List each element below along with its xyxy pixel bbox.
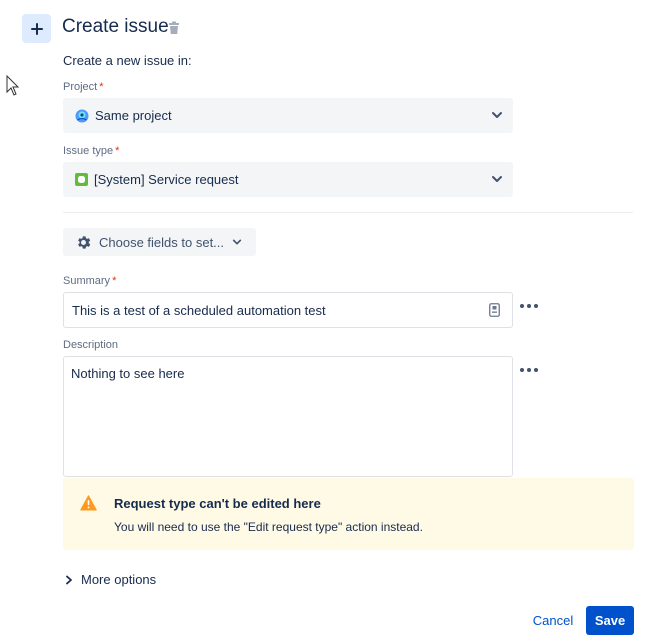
choose-fields-label: Choose fields to set... (99, 234, 225, 250)
project-avatar-icon (75, 109, 89, 122)
gear-icon (78, 235, 91, 249)
header-plus-tile (22, 14, 51, 43)
warning-icon (80, 495, 97, 511)
chevron-down-icon (492, 176, 502, 182)
description-label: Description (63, 339, 119, 351)
mouse-cursor-icon (6, 75, 20, 96)
more-icon (520, 304, 524, 308)
warning-title: Request type can't be edited here (114, 496, 321, 511)
issue-type-value: [System] Service request (94, 172, 239, 187)
summary-more-button[interactable] (520, 303, 538, 309)
plus-icon (30, 22, 43, 35)
issue-type-select[interactable]: [System] Service request (63, 162, 513, 197)
cancel-button[interactable]: Cancel (526, 606, 580, 635)
required-marker: * (112, 275, 117, 287)
project-value: Same project (95, 108, 172, 123)
required-marker: * (99, 81, 104, 93)
more-icon (520, 368, 524, 372)
more-options-toggle[interactable]: More options (65, 572, 156, 587)
project-select[interactable]: Same project (63, 98, 513, 133)
save-button[interactable]: Save (586, 606, 634, 635)
field-reference-icon[interactable] (489, 303, 500, 317)
required-marker: * (115, 145, 120, 157)
warning-message: You will need to use the "Edit request t… (114, 520, 423, 534)
summary-label: Summary * (63, 275, 117, 287)
project-label: Project * (63, 81, 104, 93)
choose-fields-button[interactable]: Choose fields to set... (63, 228, 256, 256)
description-value: Nothing to see here (71, 366, 185, 381)
more-options-label: More options (81, 572, 157, 587)
description-textarea[interactable]: Nothing to see here (63, 356, 513, 477)
section-divider (63, 212, 633, 213)
description-more-button[interactable] (520, 367, 538, 373)
chevron-down-icon (492, 112, 502, 118)
summary-input[interactable]: This is a test of a scheduled automation… (63, 292, 513, 328)
page-title: Create issue (62, 16, 169, 37)
chevron-down-icon (232, 239, 242, 245)
trash-icon[interactable] (168, 21, 180, 35)
summary-value: This is a test of a scheduled automation… (72, 302, 326, 318)
chevron-right-icon (66, 575, 72, 584)
request-type-warning: Request type can't be edited here You wi… (63, 478, 634, 550)
service-request-icon (75, 173, 88, 186)
form-subtitle: Create a new issue in: (63, 53, 192, 68)
issue-type-label: Issue type * (63, 145, 120, 157)
